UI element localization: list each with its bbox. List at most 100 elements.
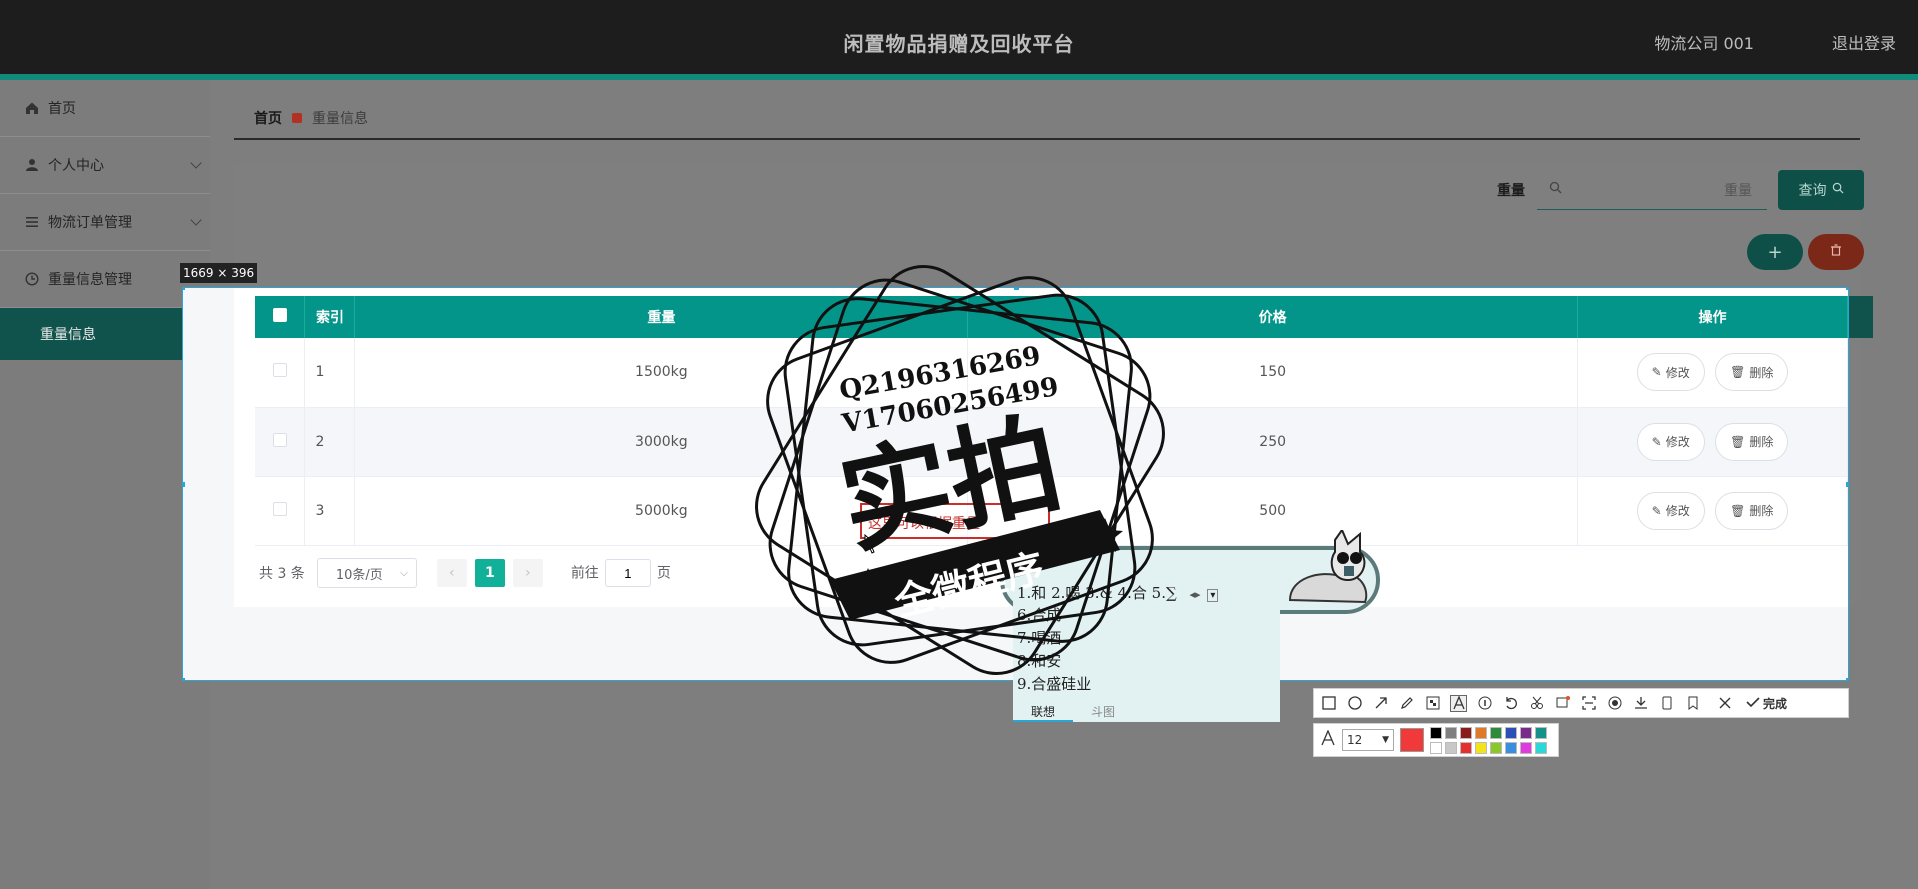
search-box [1537,170,1767,210]
phone-icon[interactable] [1658,695,1675,712]
color-swatch[interactable] [1490,726,1502,739]
trash-icon: 🗑 [1730,365,1746,380]
color-swatch[interactable] [1475,741,1487,754]
bookmark-icon[interactable] [1684,695,1701,712]
ime-expand-icon[interactable]: ▾ [1207,589,1219,602]
table-row: 2 3000kg 250 ✎ 修改 🗑 删除 [255,407,1848,477]
breadcrumb: 首页 重量信息 [234,98,1860,140]
delete-button[interactable]: 🗑 删除 [1715,491,1789,530]
page-number-button[interactable]: 1 [474,559,505,587]
color-swatch[interactable] [1445,741,1457,754]
table-header-edge [1849,296,1873,338]
ime-candidate[interactable]: 9.合盛硅业 [1017,673,1091,696]
ime-candidate[interactable]: 7.喝酒 [1017,627,1091,650]
ellipse-tool-icon[interactable] [1346,695,1363,712]
edit-icon: ✎ [1651,434,1662,449]
pen-tool-icon[interactable] [1398,695,1415,712]
mascot-cat-icon [1288,530,1368,604]
sidebar-item-home[interactable]: 首页 [0,80,210,137]
rectangle-tool-icon[interactable] [1320,695,1337,712]
info-marker-icon[interactable] [1476,695,1493,712]
cell-index: 2 [304,407,356,477]
resize-handle[interactable] [183,288,185,290]
ime-candidate[interactable]: 8.和安 [1017,650,1091,673]
chevron-down-icon: ⌵ [400,567,408,579]
done-button[interactable]: 完成 [1746,695,1787,712]
resize-handle[interactable] [183,678,185,680]
color-swatch[interactable] [1460,726,1472,739]
batch-delete-button[interactable] [1808,234,1864,270]
edit-button[interactable]: ✎ 修改 [1636,353,1705,392]
resize-handle[interactable] [183,482,185,487]
color-swatch[interactable] [1490,741,1502,754]
page-size-select[interactable]: 10条/页 ⌵ [316,558,417,588]
sidebar-subitem-weight-info[interactable]: 重量信息 [0,308,210,360]
ime-candidate[interactable]: 6.合成 [1017,604,1091,627]
ime-candidates-primary[interactable]: 1.和 2.喝 3.& 4.合 5.∑ [1017,584,1177,602]
color-swatch[interactable] [1430,741,1442,754]
column-header-index: 索引 [304,296,356,338]
select-all-cell[interactable] [255,296,306,338]
color-swatch[interactable] [1520,741,1532,754]
row-checkbox[interactable] [272,363,287,378]
logout-link[interactable]: 退出登录 [1832,30,1896,54]
select-all-checkbox[interactable] [272,308,287,322]
search-button[interactable]: 查询 [1778,170,1864,210]
download-icon[interactable] [1632,695,1649,712]
edit-button[interactable]: ✎ 修改 [1636,491,1705,530]
sidebar-item-personal-center[interactable]: 个人中心 [0,137,210,194]
undo-icon[interactable] [1502,695,1519,712]
color-swatch[interactable] [1505,726,1517,739]
resize-handle[interactable] [1014,288,1019,290]
prev-page-button[interactable]: ‹ [436,559,467,587]
current-user[interactable]: 物流公司 001 [1654,30,1754,54]
breadcrumb-home[interactable]: 首页 [254,108,282,128]
row-checkbox[interactable] [272,432,287,447]
delete-label: 删除 [1749,504,1774,518]
color-swatch[interactable] [1535,741,1547,754]
next-page-button[interactable]: › [512,559,543,587]
sidebar-item-logistics-orders[interactable]: 物流订单管理 [0,194,210,251]
color-swatch[interactable] [1535,726,1547,739]
ime-tab-suggest[interactable]: 联想 [1013,700,1074,722]
resize-handle[interactable] [1846,678,1848,680]
color-swatch[interactable] [1505,741,1517,754]
color-swatch[interactable] [1475,726,1487,739]
breadcrumb-current: 重量信息 [312,111,368,127]
pagination: 共 3 条 10条/页 ⌵ ‹ 1 › 前往 页 [259,558,671,588]
color-swatch[interactable] [1460,741,1472,754]
trash-icon: 🗑 [1730,503,1746,518]
ime-candidate-window[interactable]: 1.和 2.喝 3.& 4.合 5.∑ ◂▸ ▾ 6.合成 7.喝酒 8.和安 … [1013,576,1280,722]
ime-candidate-row[interactable]: 1.和 2.喝 3.& 4.合 5.∑ ◂▸ ▾ [1017,582,1219,603]
font-size-select[interactable]: 12 ▼ [1342,729,1394,751]
mosaic-tool-icon[interactable] [1424,695,1441,712]
resize-handle[interactable] [1846,288,1848,290]
add-button[interactable]: + [1747,234,1803,270]
text-tool-icon[interactable] [1450,694,1467,712]
scan-icon[interactable] [1580,695,1597,712]
resize-handle[interactable] [1846,482,1848,487]
close-icon[interactable] [1716,695,1733,712]
arrow-tool-icon[interactable] [1372,695,1389,712]
delete-button[interactable]: 🗑 删除 [1715,353,1789,392]
table-row: 3 5000kg 500 ✎ 修改 🗑 删除 [255,476,1848,546]
ime-tab-sticker[interactable]: 斗图 [1073,700,1133,722]
ocr-icon[interactable] [1554,695,1571,712]
color-swatch[interactable] [1445,726,1457,739]
column-header-actions: 操作 [1577,296,1848,338]
edit-button[interactable]: ✎ 修改 [1636,422,1705,461]
search-icon [1549,181,1562,198]
sidebar: 首页 个人中心 物流订单管理 重量信息管理 重量信息 [0,80,210,889]
current-color-swatch[interactable] [1400,728,1424,752]
sidebar-item-weight-management[interactable]: 重量信息管理 [0,251,210,308]
annotation-text-box[interactable]: 这里可以根据重量 [860,503,1050,539]
record-icon[interactable] [1606,695,1623,712]
delete-button[interactable]: 🗑 删除 [1715,422,1789,461]
row-checkbox[interactable] [272,501,287,516]
color-swatch[interactable] [1520,726,1532,739]
weight-search-input[interactable] [1562,181,1752,198]
ime-nav-arrows-icon[interactable]: ◂▸ [1189,588,1200,601]
cut-icon[interactable] [1528,695,1545,712]
color-swatch[interactable] [1430,726,1442,739]
page-jump-input[interactable] [604,559,651,587]
